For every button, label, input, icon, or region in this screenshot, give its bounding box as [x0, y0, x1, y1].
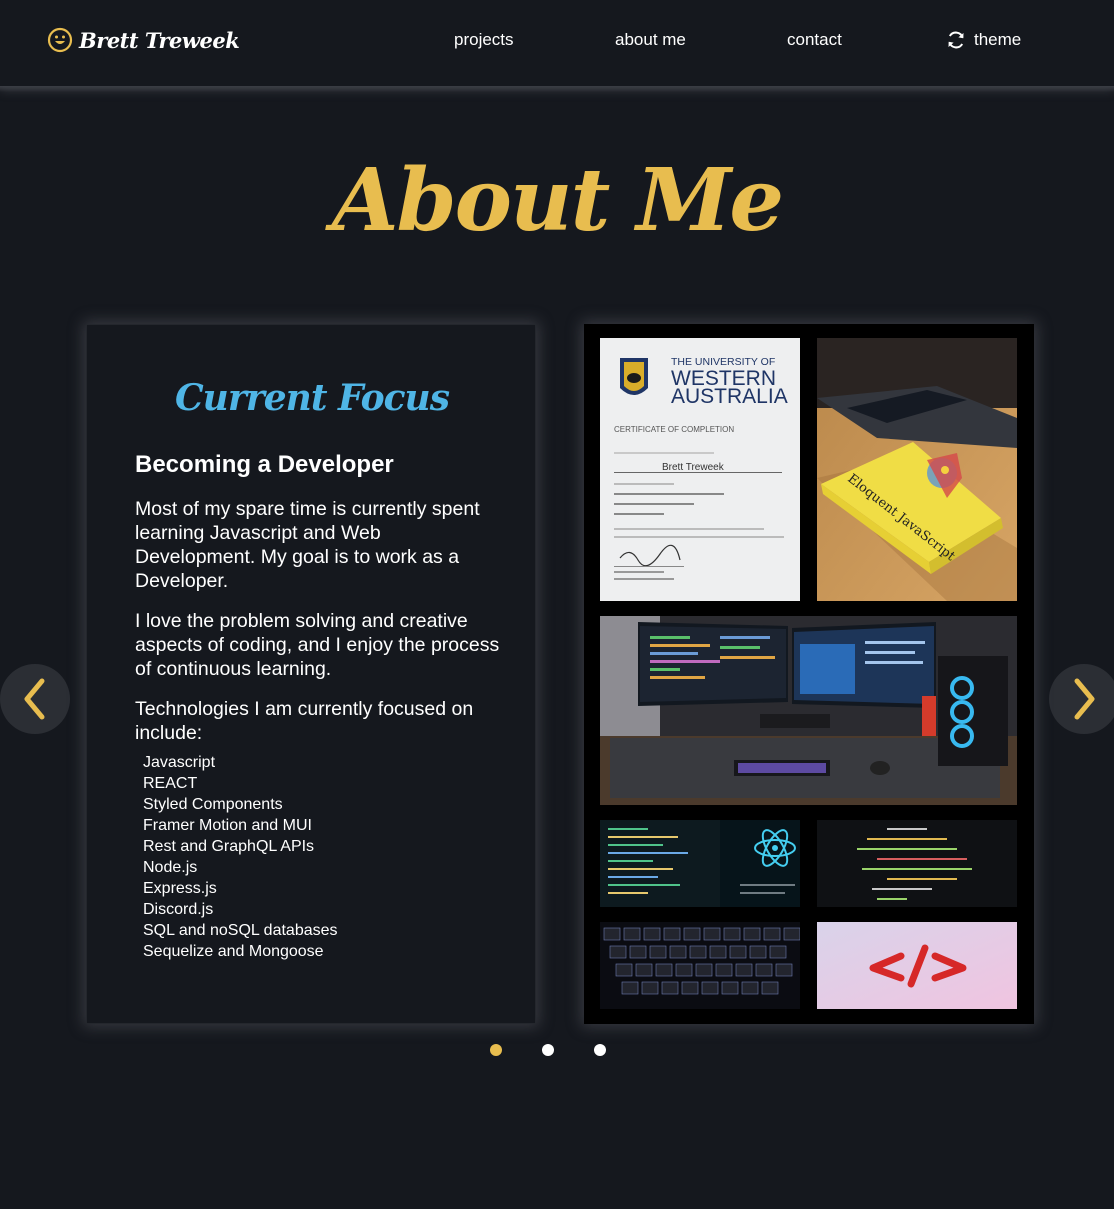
current-focus-card: Current Focus Becoming a Developer Most … — [86, 324, 536, 1024]
book-photo: Eloquent JavaScript — [817, 338, 1017, 601]
list-item: Framer Motion and MUI — [143, 817, 312, 834]
nav-link-contact[interactable]: contact — [787, 30, 842, 50]
card-heading: Current Focus — [175, 377, 450, 419]
photo-collage: THE UNIVERSITY OF WESTERN AUSTRALIA CERT… — [584, 324, 1034, 1024]
list-item: Node.js — [143, 859, 198, 876]
theme-label: theme — [974, 30, 1022, 49]
list-item: Javascript — [143, 754, 216, 771]
logo[interactable]: Brett Treweek — [47, 26, 240, 54]
nav-link-about-me[interactable]: about me — [615, 30, 686, 50]
carousel-next-button[interactable] — [1049, 664, 1114, 734]
chevron-left-icon — [24, 678, 45, 720]
smiley-face-icon — [47, 27, 73, 53]
site-header: Brett Treweek projects about me contact … — [0, 0, 1114, 92]
technologies-list: Javascript REACT Styled Components Frame… — [143, 752, 338, 962]
react-code-photo — [600, 820, 800, 907]
cert-title: CERTIFICATE OF COMPLETION — [614, 425, 734, 434]
carousel-dot-2[interactable] — [542, 1044, 554, 1056]
carousel-dot-3[interactable] — [594, 1044, 606, 1056]
list-item: Discord.js — [143, 901, 214, 918]
code-tag-photo — [817, 922, 1017, 1009]
card-paragraph: I love the problem solving and creative … — [135, 610, 500, 680]
list-item: Express.js — [143, 880, 217, 897]
card-subheading: Becoming a Developer — [135, 451, 394, 478]
list-item: Rest and GraphQL APIs — [143, 838, 315, 855]
carousel-dot-1[interactable] — [490, 1044, 502, 1056]
certificate-photo: THE UNIVERSITY OF WESTERN AUSTRALIA CERT… — [600, 338, 800, 601]
list-item: Sequelize and Mongoose — [143, 943, 324, 960]
logo-text: Brett Treweek — [79, 27, 240, 53]
list-item: Styled Components — [143, 796, 283, 813]
cert-university-line3: AUSTRALIA — [671, 385, 788, 408]
card-paragraph: Technologies I am currently focused on i… — [135, 698, 474, 744]
cert-recipient: Brett Treweek — [662, 462, 725, 473]
html-code-photo — [817, 820, 1017, 907]
list-item: REACT — [143, 775, 198, 792]
nav-link-projects[interactable]: projects — [454, 30, 514, 50]
card-paragraph: Most of my spare time is currently spent… — [135, 498, 480, 592]
carousel-prev-button[interactable] — [0, 664, 70, 734]
chevron-right-icon — [1074, 678, 1095, 720]
theme-toggle-button[interactable]: theme — [946, 30, 1021, 50]
page-title: About Me — [331, 150, 784, 251]
keyboard-photo — [600, 922, 800, 1009]
desk-setup-photo — [600, 616, 1017, 805]
refresh-icon — [948, 31, 964, 49]
list-item: SQL and noSQL databases — [143, 922, 338, 939]
